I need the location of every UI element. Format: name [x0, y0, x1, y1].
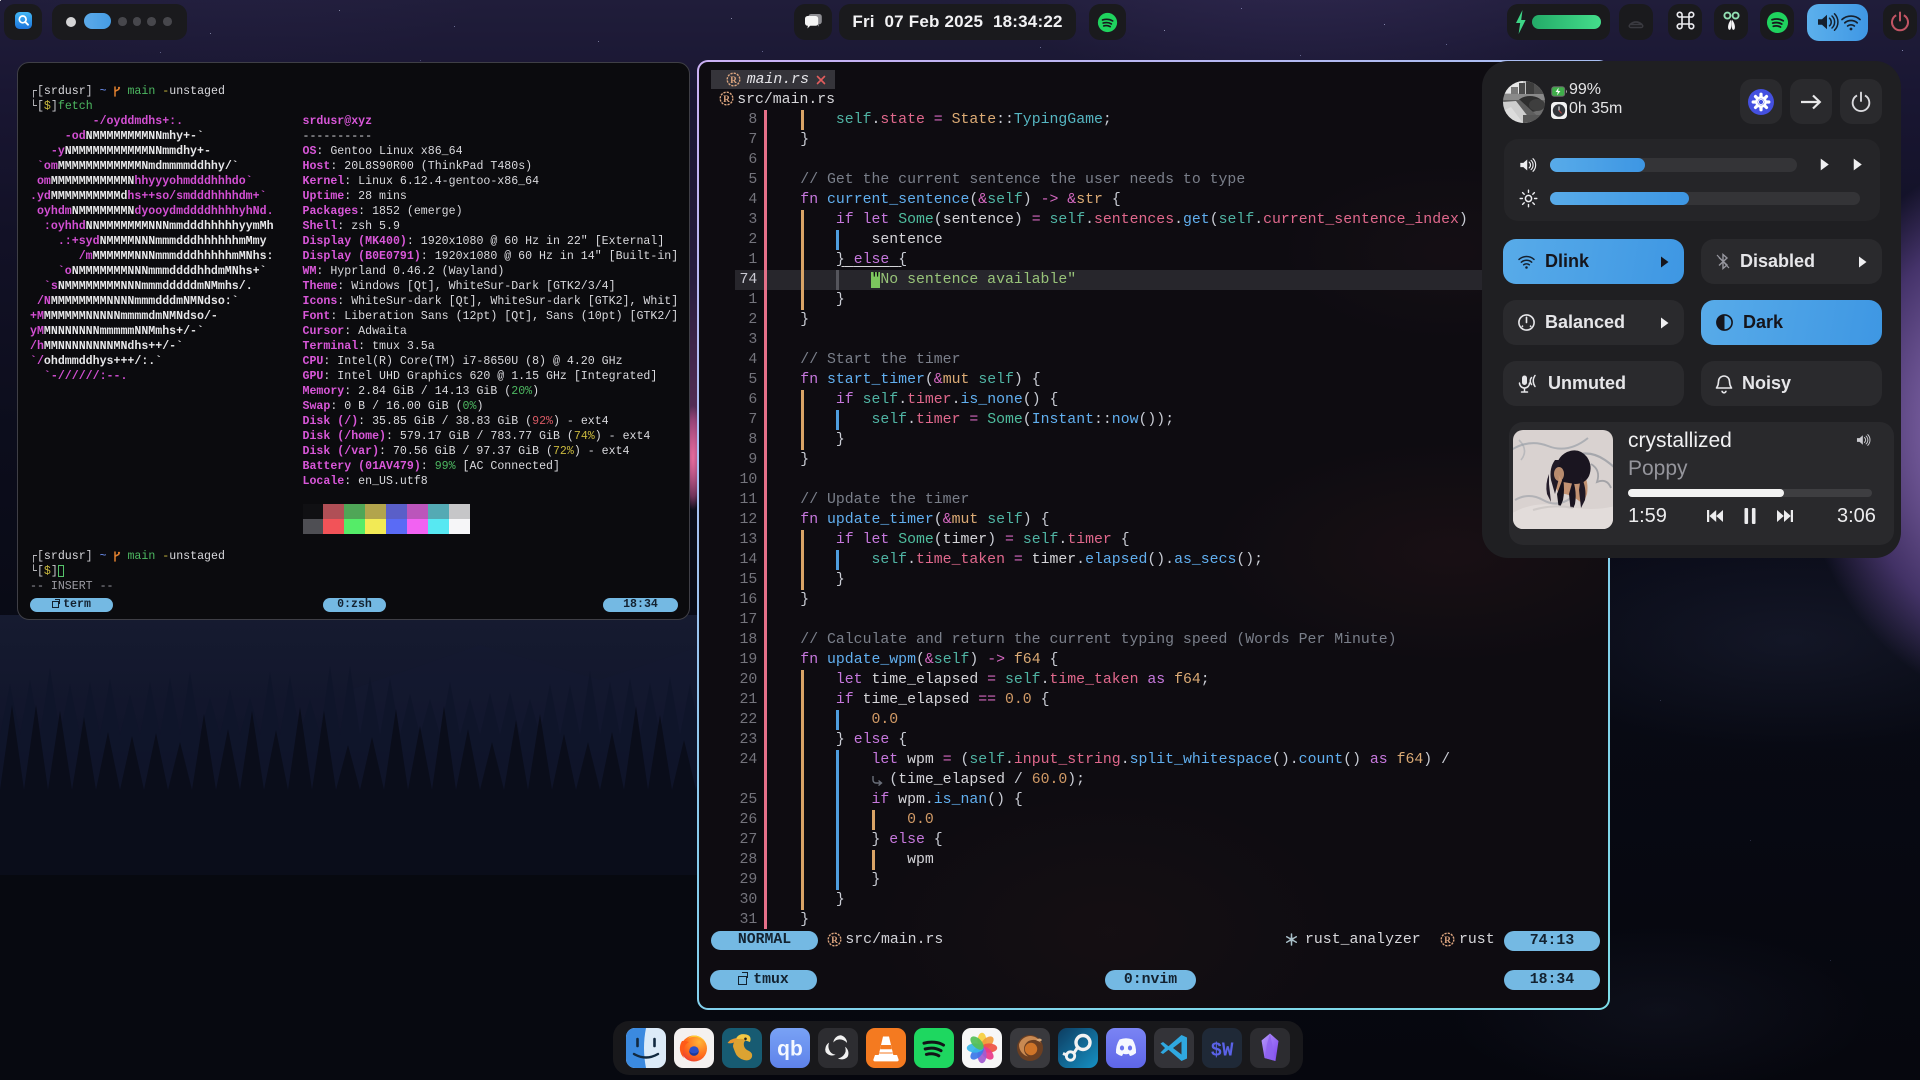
svg-text:$W: $W	[1211, 1040, 1234, 1062]
svg-text:R: R	[730, 76, 737, 86]
svg-text:R: R	[831, 936, 838, 946]
svg-text:qb: qb	[777, 1038, 803, 1061]
svg-text:R: R	[1444, 936, 1451, 946]
svg-text:R: R	[723, 95, 730, 105]
